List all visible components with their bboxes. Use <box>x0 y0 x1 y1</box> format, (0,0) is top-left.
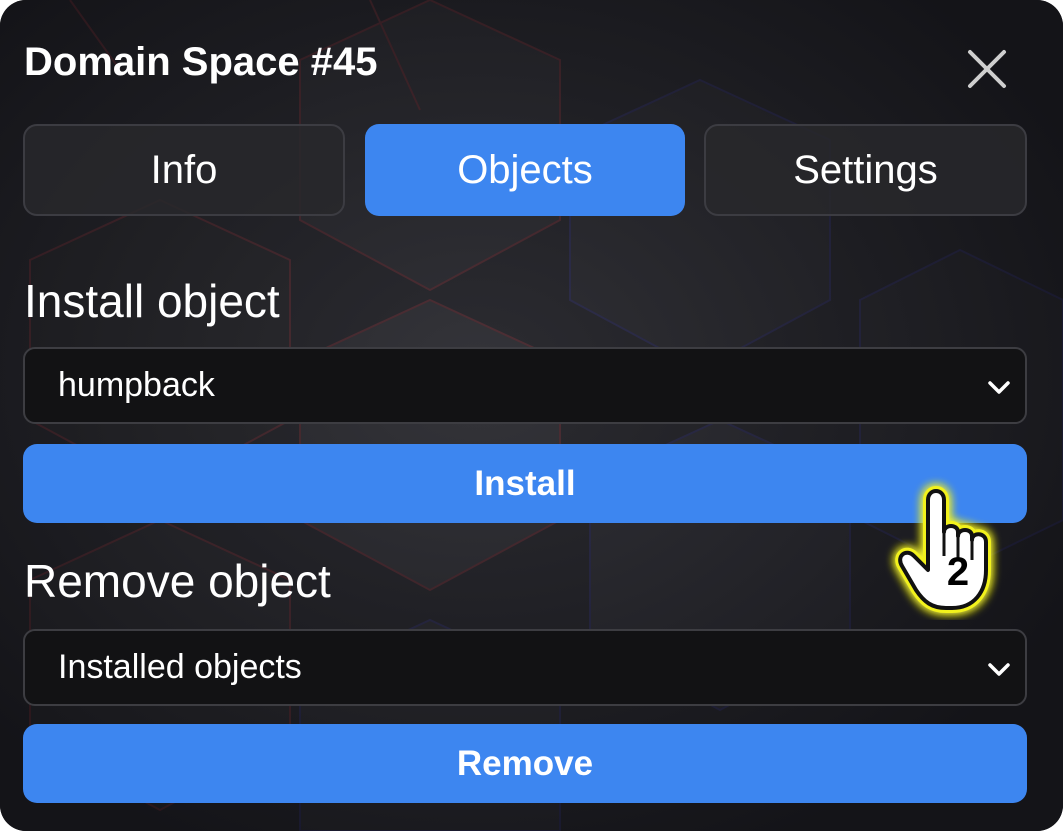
step-number-badge: 2 <box>946 550 970 594</box>
install-object-label: Install object <box>24 275 280 327</box>
close-button[interactable] <box>962 44 1012 94</box>
install-object-select[interactable]: humpback <box>23 347 1027 424</box>
remove-select-value: Installed objects <box>58 648 302 686</box>
close-icon <box>968 50 1006 88</box>
domain-space-dialog: Domain Space #45 Info Objects Settings I… <box>0 0 1063 831</box>
hand-pointer-icon <box>895 486 991 613</box>
install-select-value: humpback <box>58 366 215 404</box>
chevron-down-icon <box>988 663 1010 676</box>
tab-settings[interactable]: Settings <box>704 124 1027 216</box>
remove-object-select[interactable]: Installed objects <box>23 629 1027 706</box>
tab-info[interactable]: Info <box>23 124 345 216</box>
remove-button[interactable]: Remove <box>23 724 1027 803</box>
remove-object-label: Remove object <box>24 555 331 607</box>
dialog-title: Domain Space #45 <box>24 40 378 84</box>
install-button[interactable]: Install <box>23 444 1027 523</box>
chevron-down-icon <box>988 381 1010 394</box>
tab-objects[interactable]: Objects <box>365 124 685 216</box>
